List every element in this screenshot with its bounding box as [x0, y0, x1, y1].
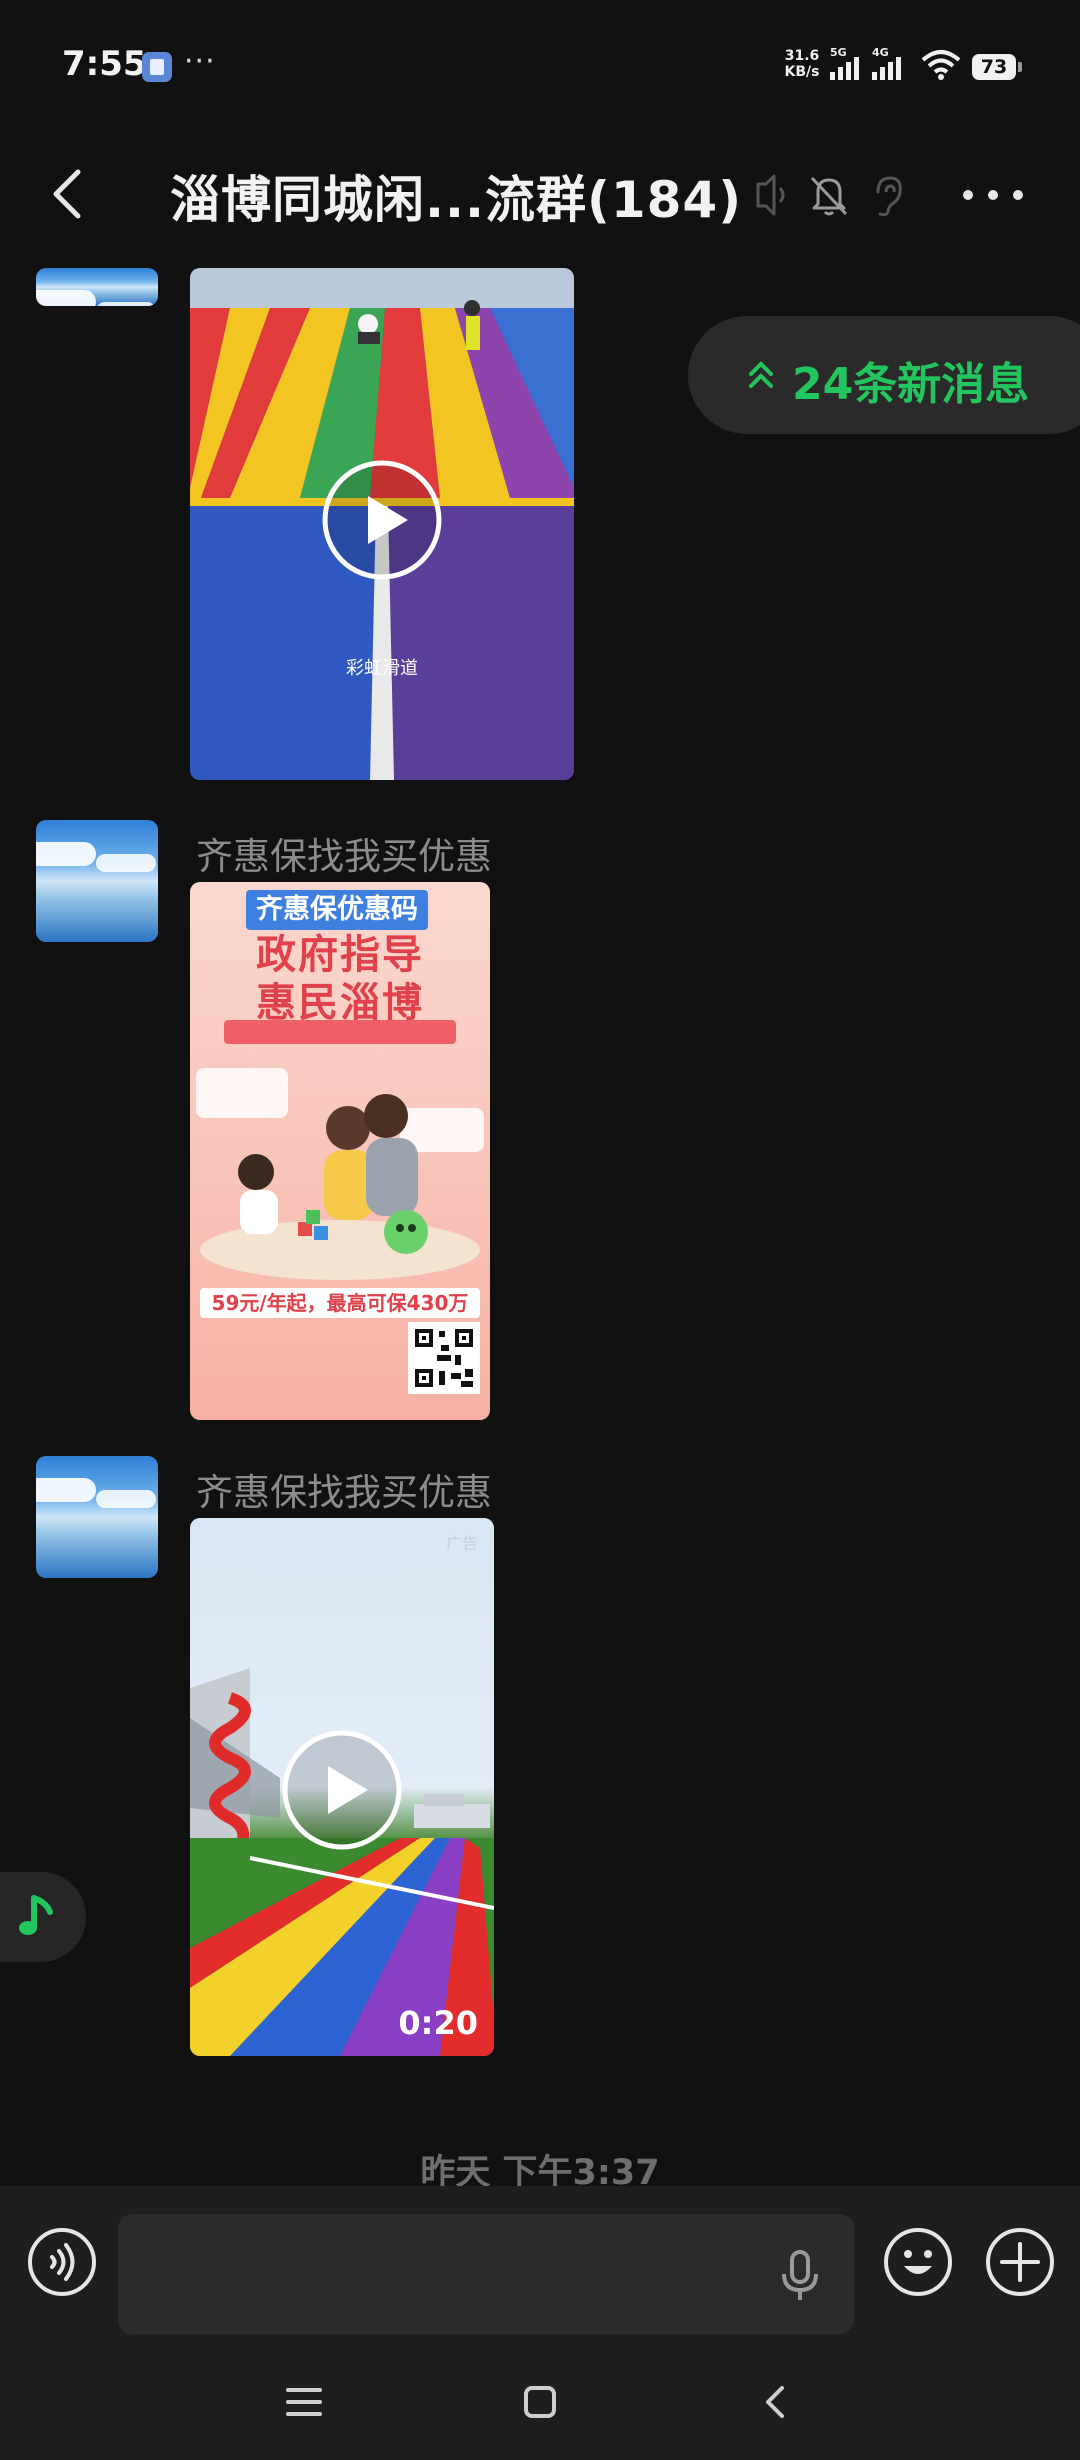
home-icon[interactable]	[510, 2372, 570, 2432]
new-messages-button[interactable]: 24条新消息	[688, 316, 1080, 434]
menu-icon[interactable]	[274, 2372, 334, 2432]
plus-icon[interactable]	[984, 2226, 1056, 2298]
input-bar	[0, 2186, 1080, 2342]
double-chevron-up-icon	[749, 361, 773, 388]
network-speed-unit: KB/s	[784, 64, 820, 80]
status-time: 7:55	[62, 44, 147, 84]
new-messages-label: 24条新消息	[792, 359, 1030, 410]
play-icon[interactable]	[280, 1728, 404, 1852]
chat-header: 淄博同城闲...流群(184)	[0, 130, 1080, 260]
qr-code-icon	[408, 1322, 480, 1394]
sender-name: 齐惠保找我买优惠	[196, 1471, 492, 1514]
status-bar: 7:55 ··· 31.6 KB/s 5G 4G 73	[0, 0, 1080, 130]
signal-4g-icon: 4G	[872, 46, 901, 80]
image-message-poster[interactable]: 齐惠保优惠码 政府指导 惠民淄博 59元/年起，最高可保430万	[190, 882, 490, 1420]
family-illustration	[196, 1068, 484, 1280]
bell-off-icon	[810, 176, 848, 216]
more-dots-icon[interactable]	[958, 170, 1028, 220]
network-speed: 31.6 KB/s	[778, 48, 826, 80]
chevron-left-icon[interactable]	[40, 164, 100, 224]
poster-subtitle-bar	[224, 1020, 456, 1044]
message-input[interactable]	[118, 2214, 854, 2334]
network-4g-label: 4G	[872, 46, 889, 59]
speaker-icon	[756, 174, 785, 216]
music-note-icon	[19, 1895, 53, 1935]
back-icon[interactable]	[746, 2372, 806, 2432]
play-icon[interactable]	[320, 458, 444, 582]
ear-icon	[876, 176, 902, 217]
more-notifications-indicator: ···	[184, 44, 216, 79]
network-5g-label: 5G	[830, 46, 847, 59]
music-float-button[interactable]	[0, 1872, 86, 1962]
app-notification-icon	[142, 52, 172, 82]
avatar[interactable]	[36, 1456, 158, 1578]
video-message-rainbow-slide[interactable]: 彩虹滑道	[190, 268, 574, 780]
ad-label: 广告	[445, 1534, 478, 1553]
chat-title[interactable]: 淄博同城闲...流群(184)	[170, 160, 742, 232]
poster-price: 59元/年起，最高可保430万	[200, 1288, 480, 1318]
network-speed-value: 31.6	[784, 48, 820, 64]
battery-indicator: 73	[972, 54, 1022, 80]
video-duration: 0:20	[398, 2004, 478, 2042]
signal-5g-icon: 5G	[830, 46, 859, 80]
voice-icon[interactable]	[26, 2226, 98, 2298]
system-navigation-bar	[0, 2342, 1080, 2460]
wifi-icon	[921, 50, 961, 80]
video-caption: 彩虹滑道	[346, 658, 418, 679]
avatar[interactable]	[36, 268, 158, 306]
emoji-icon[interactable]	[882, 2226, 954, 2298]
sender-name: 齐惠保找我买优惠	[196, 835, 492, 878]
avatar[interactable]	[36, 820, 158, 942]
mic-icon[interactable]	[780, 2248, 820, 2304]
video-message-rainbow-track[interactable]: 广告 0:20	[190, 1518, 494, 2056]
